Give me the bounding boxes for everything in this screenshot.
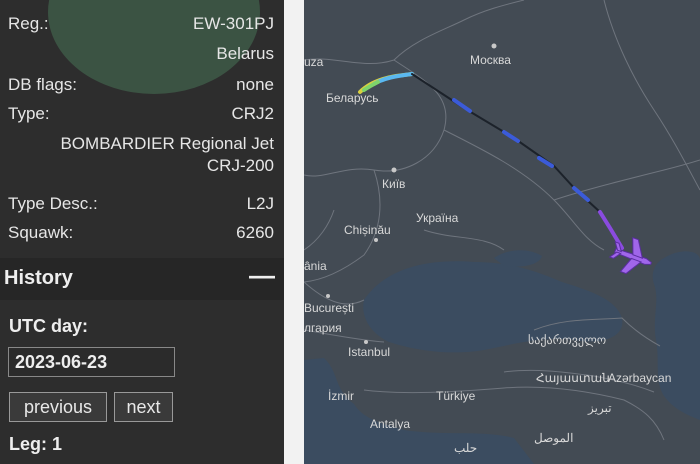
map-label-tabriz: تبریز	[587, 401, 612, 415]
history-title: History	[4, 267, 73, 289]
flight-track	[358, 72, 624, 250]
chisinau-dot	[374, 238, 378, 242]
type-value: CRJ2	[231, 104, 274, 123]
aircraft-info-panel: Reg.: EW-301PJ Belarus DB flags: none Ty…	[0, 0, 284, 464]
utc-day-label: UTC day:	[9, 316, 89, 336]
map-label-moskva: Москва	[470, 53, 511, 67]
map-svg: uza Москва Беларусь Київ Україна Chișină…	[304, 0, 700, 464]
map-label-georgia: საქართველო	[528, 333, 606, 347]
next-button[interactable]: next	[114, 392, 173, 422]
map-label-bulgaria: лгария	[304, 321, 342, 335]
previous-button[interactable]: previous	[9, 392, 107, 422]
map-label-halab: حلب	[454, 441, 477, 455]
map-label-ukraina: Україна	[416, 211, 459, 225]
map-label-izmir: İzmir	[328, 389, 354, 403]
map-label-ruza: uza	[304, 55, 324, 69]
map-label-armenia: Հայաստան	[536, 371, 610, 385]
map-label-antalya: Antalya	[370, 417, 410, 431]
reg-value: EW-301PJ	[193, 14, 274, 33]
squawk-label: Squawk:	[8, 223, 74, 242]
moskva-dot	[491, 43, 497, 49]
map-label-azerbaycan: Azərbaycan	[608, 371, 671, 385]
map-label-kyiv: Київ	[382, 177, 405, 191]
db-flags-value: none	[236, 75, 274, 94]
panel-divider[interactable]	[284, 0, 304, 464]
map-label-turkiye: Türkiye	[436, 389, 476, 403]
bucuresti-dot	[326, 294, 330, 298]
reg-label: Reg.:	[8, 14, 49, 33]
caspian-sea	[652, 251, 700, 420]
utc-day-input[interactable]	[8, 347, 175, 377]
squawk-value: 6260	[236, 223, 274, 242]
map-label-bucuresti: București	[304, 301, 354, 315]
map-label-chisinau: Chișinău	[344, 223, 391, 237]
type-label: Type:	[8, 104, 50, 123]
map-label-ania: ânia	[304, 259, 327, 273]
type-desc-label: Type Desc.:	[8, 194, 98, 213]
type-full-line1: BOMBARDIER Regional Jet	[60, 134, 274, 153]
map-label-istanbul: Istanbul	[348, 345, 390, 359]
history-section-header[interactable]: History —	[0, 258, 284, 300]
type-full-name: BOMBARDIER Regional Jet CRJ-200	[8, 133, 274, 177]
country-value: Belarus	[216, 44, 274, 63]
kyiv-dot	[391, 167, 397, 173]
collapse-icon[interactable]: —	[249, 260, 275, 291]
flight-map[interactable]: uza Москва Беларусь Київ Україна Chișină…	[304, 0, 700, 464]
db-flags-label: DB flags:	[8, 75, 77, 94]
type-full-line2: CRJ-200	[206, 156, 274, 175]
leg-label: Leg: 1	[9, 434, 63, 454]
istanbul-dot	[364, 340, 368, 344]
map-label-mosul: الموصل	[534, 431, 573, 445]
type-desc-value: L2J	[246, 194, 274, 213]
map-label-belarus: Беларусь	[326, 91, 378, 105]
mediterranean-sea	[304, 358, 534, 464]
aircraft-icon[interactable]	[606, 233, 657, 281]
